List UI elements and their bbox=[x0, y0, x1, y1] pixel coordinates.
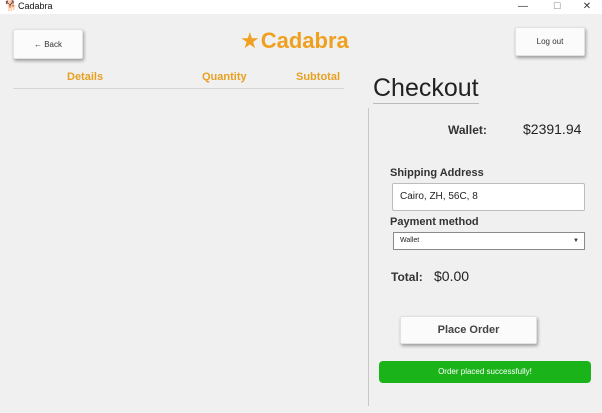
column-header-details: Details bbox=[67, 71, 104, 83]
shipping-address-label: Shipping Address bbox=[390, 167, 484, 179]
close-icon[interactable]: ✕ bbox=[572, 0, 602, 14]
brand-name: Cadabra bbox=[260, 28, 349, 53]
payment-method-select[interactable]: Wallet ▼ bbox=[393, 232, 585, 250]
column-header-quantity: Quantity bbox=[202, 71, 247, 83]
total-value: $0.00 bbox=[434, 268, 470, 284]
minimize-icon[interactable]: — bbox=[508, 0, 538, 14]
checkout-title: Checkout bbox=[373, 74, 479, 104]
wallet-balance: $2391.94 bbox=[523, 121, 582, 137]
back-button[interactable]: ← Back bbox=[13, 29, 83, 59]
dropdown-arrow-icon[interactable]: ▼ bbox=[573, 233, 579, 249]
total-label: Total: bbox=[391, 270, 423, 284]
wallet-label: Wallet: bbox=[448, 123, 487, 137]
window-title: Cadabra bbox=[18, 1, 53, 11]
shipping-address-input[interactable]: Cairo, ZH, 56C, 8 bbox=[392, 183, 585, 211]
brand-logo: ★Cadabra bbox=[240, 28, 349, 54]
column-header-subtotal: Subtotal bbox=[296, 71, 340, 83]
maximize-icon[interactable]: ☐ bbox=[542, 0, 572, 14]
order-success-banner: Order placed successfully! bbox=[379, 361, 591, 383]
star-icon: ★ bbox=[240, 28, 260, 53]
table-header-divider bbox=[13, 88, 344, 89]
place-order-button[interactable]: Place Order bbox=[400, 316, 537, 344]
payment-method-value: Wallet bbox=[400, 237, 420, 244]
panel-divider bbox=[368, 108, 369, 406]
payment-method-label: Payment method bbox=[390, 216, 479, 228]
logout-button[interactable]: Log out bbox=[515, 27, 585, 56]
app-icon: 🐕 bbox=[5, 1, 18, 12]
title-bar: 🐕 Cadabra — ☐ ✕ bbox=[0, 0, 602, 14]
